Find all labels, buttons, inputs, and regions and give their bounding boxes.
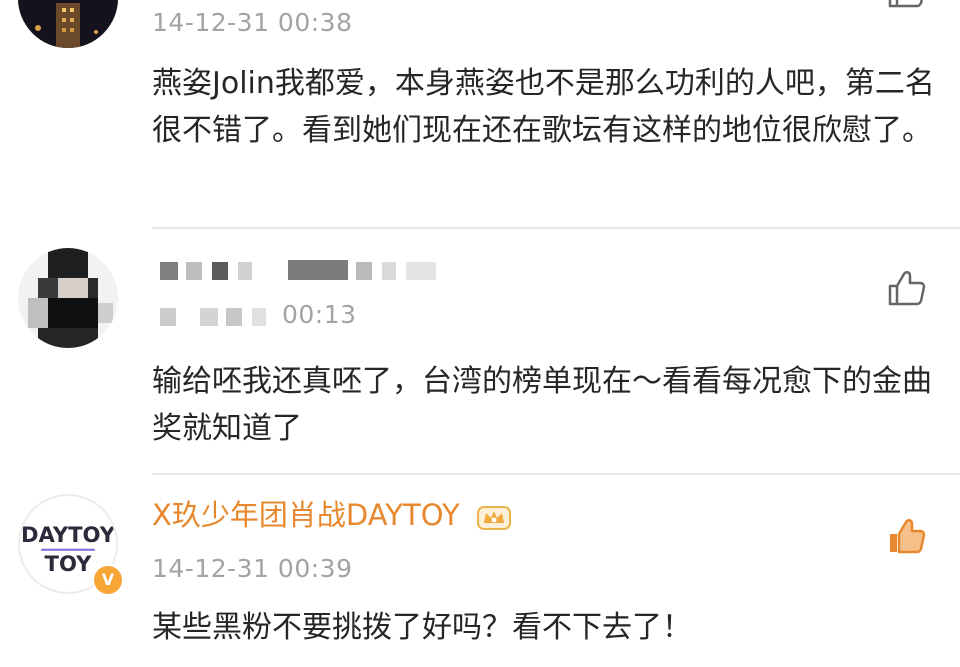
avatar[interactable] <box>18 0 118 48</box>
thumbs-up-outline-icon <box>888 0 923 8</box>
comment-text: 燕姿Jolin我都爱，本身燕姿也不是那么功利的人吧，第二名很不错了。看到她们现在… <box>152 66 935 148</box>
daytoy-logo-bottom: TOY <box>45 551 93 576</box>
like-button[interactable] <box>884 514 928 558</box>
like-button[interactable] <box>884 266 928 310</box>
comment-timestamp: 14-12-31 00:39 <box>152 554 353 583</box>
comment-feed: 14-12-31 00:38 燕姿Jolin我都爱，本身燕姿也不是那么功利的人吧… <box>0 0 960 667</box>
comment-timestamp: 14-12-31 00:38 <box>152 8 353 37</box>
comment-text: 某些黑粉不要挑拨了好吗？看不下去了！ <box>152 610 692 645</box>
avatar-pixelated[interactable] <box>18 248 118 348</box>
comment-item: 14-12-31 00:38 燕姿Jolin我都爱，本身燕姿也不是那么功利的人吧… <box>0 0 960 228</box>
comment-text: 输给呸我还真呸了，台湾的榜单现在～看看每况愈下的金曲奖就知道了 <box>152 364 932 446</box>
avatar-night-photo <box>18 0 118 48</box>
pixelated-avatar-image <box>18 248 118 348</box>
comment-item: DAYTOY TOY V X玖少年团肖战DAYTOY 14-12-31 00:3… <box>0 474 960 667</box>
redacted-username <box>160 260 436 280</box>
thumbs-up-filled-icon <box>890 519 926 554</box>
verified-badge: V <box>92 564 124 596</box>
crown-badge-icon <box>476 506 511 530</box>
daytoy-logo-top: DAYTOY <box>21 522 116 547</box>
redacted-date <box>160 308 266 326</box>
username[interactable]: X玖少年团肖战DAYTOY <box>152 498 511 532</box>
comment-timestamp-fragment: 00:13 <box>282 300 357 329</box>
username-text: X玖少年团肖战DAYTOY <box>152 498 460 532</box>
comment-item: 00:13 输给呸我还真呸了，台湾的榜单现在～看看每况愈下的金曲奖就知道了 <box>0 228 960 474</box>
thumbs-up-outline-icon <box>888 271 926 306</box>
like-button[interactable] <box>884 0 928 12</box>
